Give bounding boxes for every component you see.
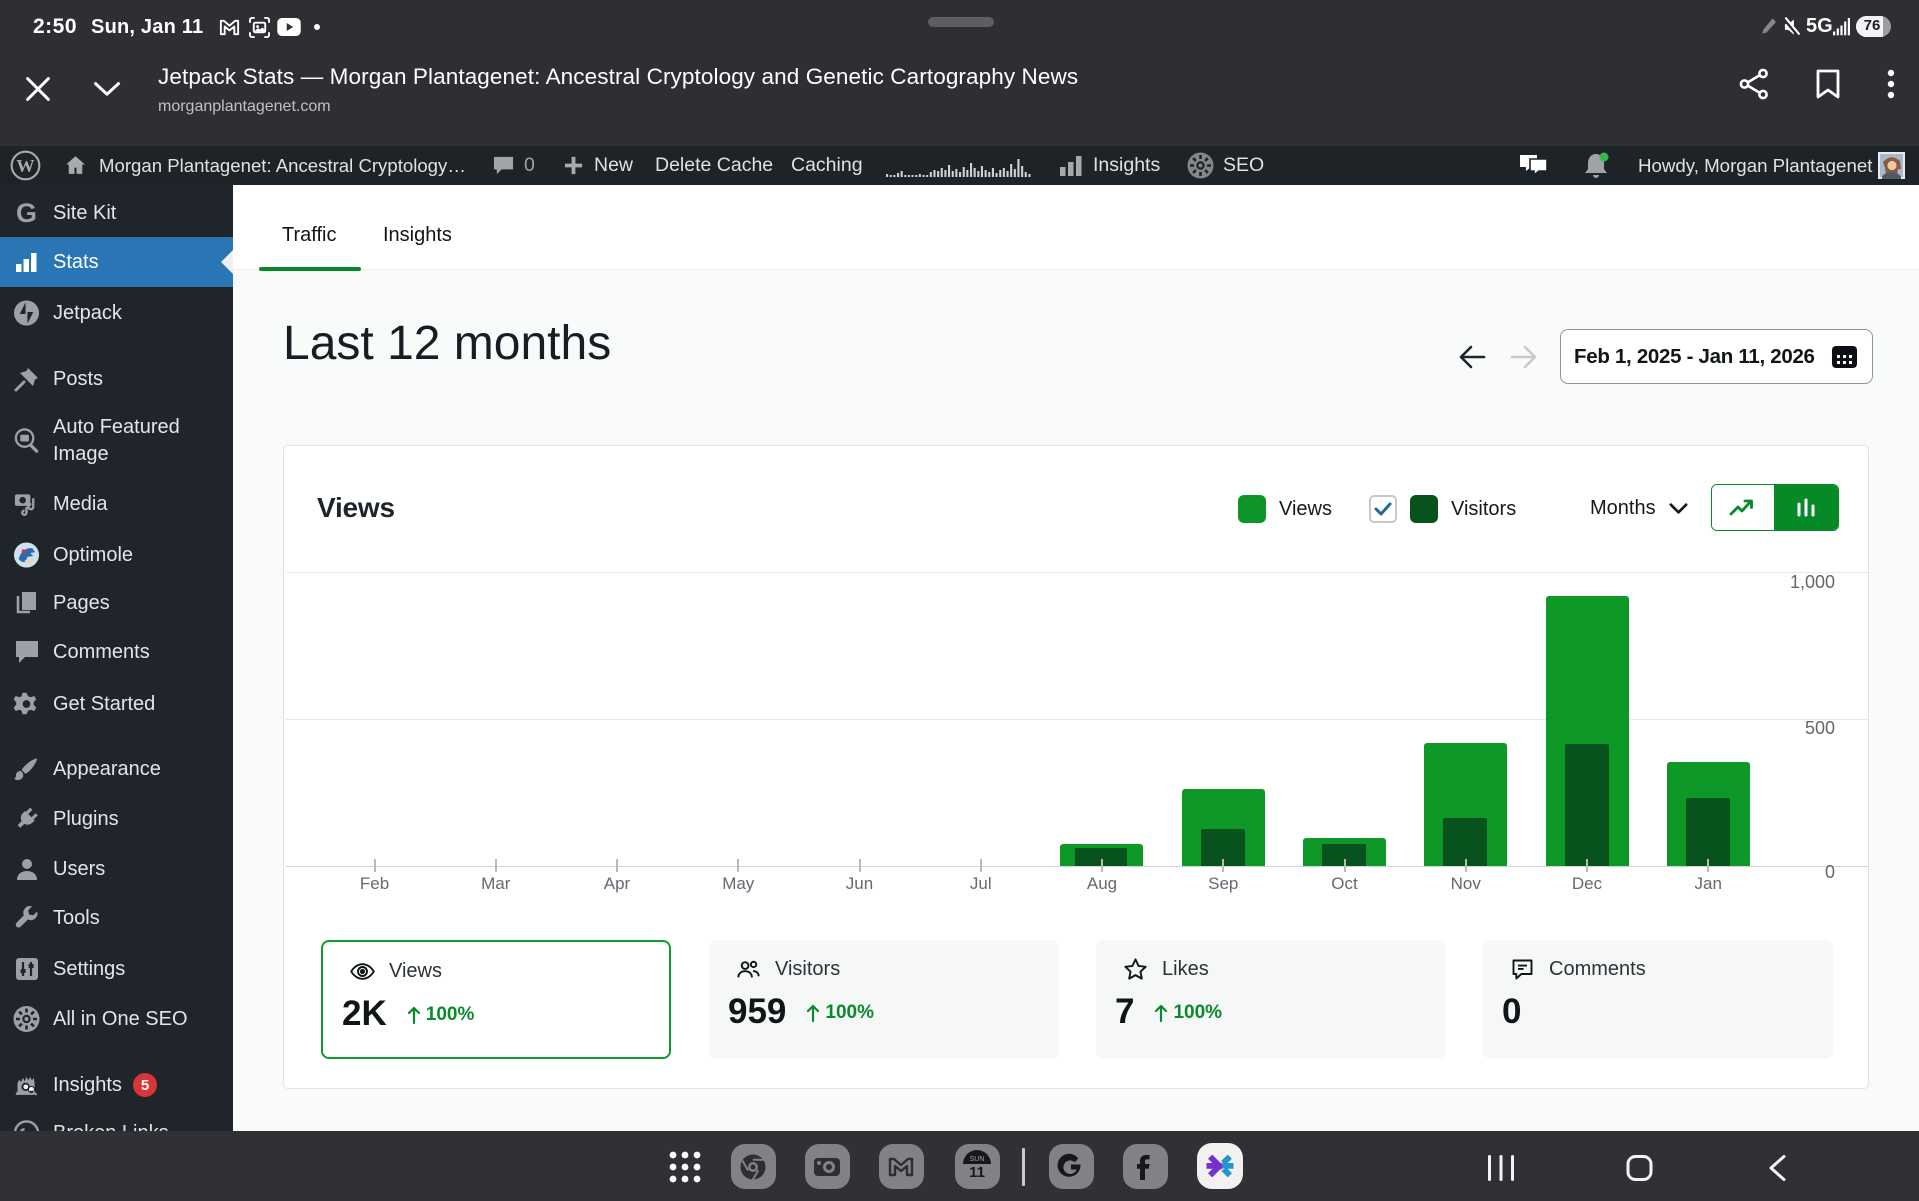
svg-text:W: W (16, 156, 35, 176)
svg-text:11: 11 (969, 1164, 985, 1181)
svg-text:SUN: SUN (970, 1156, 985, 1163)
